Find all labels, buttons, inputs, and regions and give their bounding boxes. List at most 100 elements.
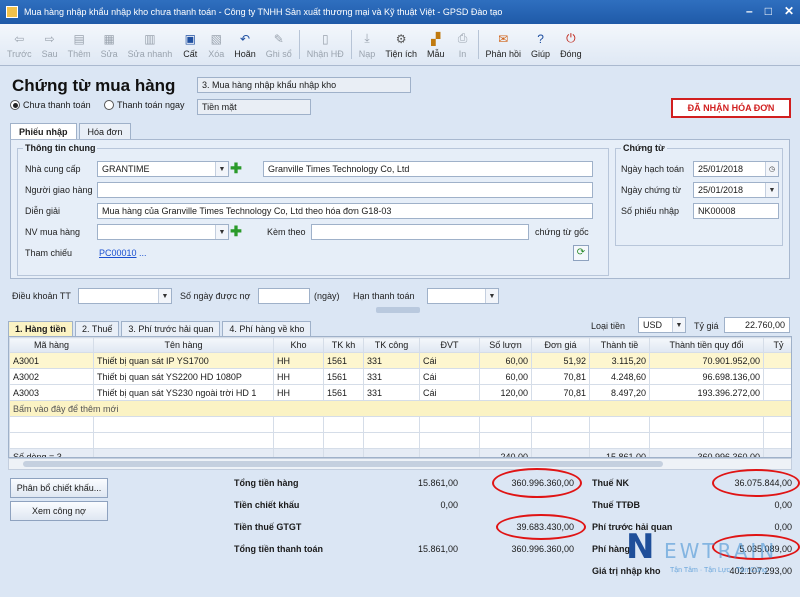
currency-select[interactable]: USD ▼ (638, 317, 686, 333)
cell-extra[interactable] (763, 384, 791, 401)
import-button[interactable]: ⤓ Nạp (354, 24, 381, 65)
column-header[interactable]: Thành tiề (589, 337, 650, 353)
next-button[interactable]: ⇨ Sau (37, 24, 63, 65)
column-header[interactable]: Kho (273, 337, 324, 353)
cell-debit[interactable]: 1561 (323, 384, 364, 401)
chevron-down-icon[interactable]: ▼ (672, 318, 685, 332)
doc-date-input[interactable]: 25/01/2018 ▼ (693, 182, 779, 198)
column-header[interactable]: Mã hàng (9, 337, 94, 353)
tab-receipt[interactable]: Phiếu nhập (10, 123, 77, 139)
cell-code[interactable]: A3001 (9, 352, 94, 369)
column-header[interactable]: Tên hàng (93, 337, 274, 353)
cell-price[interactable]: 70,81 (531, 368, 590, 385)
help-button[interactable]: ? Giúp (526, 24, 555, 65)
cell-debit[interactable]: 1561 (323, 352, 364, 369)
column-header[interactable]: Tỷ (763, 337, 791, 353)
tab-warehouse-fee[interactable]: 4. Phí hàng về kho (222, 321, 312, 336)
cell-amount-vnd[interactable]: 193.396.272,00 (649, 384, 764, 401)
cell-credit[interactable]: 331 (363, 352, 420, 369)
column-header[interactable]: TK công (363, 337, 420, 353)
column-header[interactable]: ĐVT (419, 337, 480, 353)
cell-amount[interactable]: 8.497,20 (589, 384, 650, 401)
cell-unit[interactable]: Cái (419, 368, 480, 385)
cell-code[interactable]: A3002 (9, 368, 94, 385)
chevron-down-icon[interactable]: ▼ (158, 289, 171, 303)
supplier-name-input[interactable]: Granville Times Technology Co, Ltd (263, 161, 593, 177)
cell-extra[interactable] (763, 352, 791, 369)
cell-name[interactable]: Thiết bị quan sát IP YS1700 (93, 352, 274, 369)
close-button[interactable]: ⏻ Đóng (555, 24, 587, 65)
tab-pre-customs-fee[interactable]: 3. Phí trước hải quan (121, 321, 221, 336)
deliverer-input[interactable] (97, 182, 593, 198)
add-button[interactable]: ▤ Thêm (63, 24, 96, 65)
payment-terms-select[interactable]: ▼ (78, 288, 172, 304)
posting-date-input[interactable]: 25/01/2018 ◷ (693, 161, 779, 177)
cell-debit[interactable]: 1561 (323, 368, 364, 385)
feedback-button[interactable]: ✉ Phản hồi (481, 24, 527, 65)
rate-input[interactable]: 22.760,00 (724, 317, 790, 333)
cell-amount[interactable]: 4.248,60 (589, 368, 650, 385)
cell-price[interactable]: 51,92 (531, 352, 590, 369)
cell-code[interactable]: A3003 (9, 384, 94, 401)
tab-goods-money[interactable]: 1. Hàng tiền (8, 321, 74, 336)
cell-amount[interactable]: 3.115,20 (589, 352, 650, 369)
cell-unit[interactable]: Cái (419, 352, 480, 369)
supplier-code-input[interactable]: GRANTIME ▼ (97, 161, 229, 177)
add-supplier-icon[interactable]: ✚ (229, 161, 243, 176)
table-row[interactable]: A3003 Thiết bị quan sát YS230 ngoài trời… (9, 384, 791, 401)
cell-unit[interactable]: Cái (419, 384, 480, 401)
cell-price[interactable]: 70,81 (531, 384, 590, 401)
add-row[interactable]: Bấm vào đây để thêm mới (9, 400, 791, 417)
cell-warehouse[interactable]: HH (273, 384, 324, 401)
add-row-text[interactable]: Bấm vào đây để thêm mới (9, 400, 791, 417)
attach-input[interactable] (311, 224, 529, 240)
refresh-icon[interactable]: ⟳ (573, 245, 589, 261)
scroll-thumb[interactable] (23, 461, 663, 467)
maximize-icon[interactable]: □ (765, 4, 772, 18)
clock-icon[interactable]: ◷ (765, 162, 778, 176)
description-input[interactable]: Mua hàng của Granville Times Technology … (97, 203, 593, 219)
table-row[interactable]: A3001 Thiết bị quan sát IP YS1700 HH 156… (9, 352, 791, 369)
prev-button[interactable]: ⇦ Trước (2, 24, 37, 65)
record-button[interactable]: ✎ Ghi sổ (261, 24, 297, 65)
delete-button[interactable]: ▧ Xóa (203, 24, 229, 65)
utilities-button[interactable]: ⚙ Tiện ích (380, 24, 422, 65)
cell-name[interactable]: Thiết bị quan sát YS2200 HD 1080P (93, 368, 274, 385)
save-button[interactable]: ▣ Cất (177, 24, 203, 65)
view-debt-button[interactable]: Xem công nợ (10, 501, 108, 521)
chevron-down-icon[interactable]: ▼ (215, 162, 228, 176)
buyer-input[interactable]: ▼ (97, 224, 229, 240)
cell-warehouse[interactable]: HH (273, 352, 324, 369)
print-button[interactable]: ⎙ In (450, 24, 476, 65)
cell-qty[interactable]: 120,00 (479, 384, 532, 401)
column-header[interactable]: Đơn giá (531, 337, 590, 353)
column-header[interactable]: Số lượn (479, 337, 532, 353)
tab-tax[interactable]: 2. Thuế (75, 321, 120, 336)
cell-qty[interactable]: 60,00 (479, 352, 532, 369)
reference-more-link[interactable]: ... (139, 248, 147, 258)
table-row[interactable]: A3002 Thiết bị quan sát YS2200 HD 1080P … (9, 368, 791, 385)
column-header[interactable]: TK kh (323, 337, 364, 353)
cell-credit[interactable]: 331 (363, 368, 420, 385)
invoice-received-badge[interactable]: ĐÃ NHẬN HÓA ĐƠN (671, 98, 791, 118)
column-header[interactable]: Thành tiền quy đổi (649, 337, 764, 353)
cell-extra[interactable] (763, 368, 791, 385)
horizontal-scrollbar[interactable] (8, 458, 792, 470)
close-icon[interactable]: ✕ (784, 4, 794, 18)
cell-amount-vnd[interactable]: 70.901.952,00 (649, 352, 764, 369)
undo-button[interactable]: ↶ Hoãn (229, 24, 261, 65)
cell-credit[interactable]: 331 (363, 384, 420, 401)
quick-edit-button[interactable]: ▥ Sửa nhanh (123, 24, 178, 65)
radio-paid[interactable]: Thanh toán ngay (104, 100, 185, 110)
cell-amount-vnd[interactable]: 96.698.136,00 (649, 368, 764, 385)
due-date-input[interactable]: ▼ (427, 288, 499, 304)
cell-name[interactable]: Thiết bị quan sát YS230 ngoài trời HD 1 (93, 384, 274, 401)
cell-qty[interactable]: 60,00 (479, 368, 532, 385)
chevron-down-icon[interactable]: ▼ (485, 289, 498, 303)
receipt-no-input[interactable]: NK00008 (693, 203, 779, 219)
cell-warehouse[interactable]: HH (273, 368, 324, 385)
minimize-icon[interactable]: – (746, 4, 753, 18)
receive-invoice-button[interactable]: ▯ Nhận HĐ (302, 24, 349, 65)
template-button[interactable]: ▞ Mẫu (422, 24, 450, 65)
radio-unpaid[interactable]: Chưa thanh toán (10, 100, 91, 110)
